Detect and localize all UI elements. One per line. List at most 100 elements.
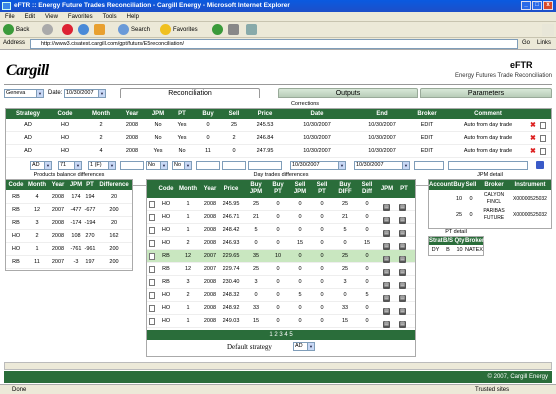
table-cell: 246.93 (222, 240, 240, 246)
forward-button[interactable] (42, 24, 55, 36)
table-cell: 2 (99, 135, 103, 141)
table-cell: 249.03 (222, 318, 240, 324)
new-year-input[interactable] (120, 161, 144, 170)
new-date-select[interactable]: 10/30/2007 ▼ (290, 161, 346, 170)
default-strategy-select[interactable]: AD ▼ (293, 342, 315, 351)
tab-parameters[interactable]: Parameters (420, 88, 552, 98)
home-button[interactable] (94, 24, 107, 36)
table-row[interactable]: RB 12 2007 -477 -677 200 (6, 204, 132, 217)
table-row[interactable]: RB 11 2007 -3 197 200 (6, 256, 132, 269)
menu-file[interactable]: File (0, 12, 20, 22)
table-row[interactable]: RB 3 2008 230.40 3 0 0 0 3 0 ▤ ▤ (147, 276, 415, 289)
table-row: AD HO 4 2008 Yes No 11 0 247.95 10/30/2007 10/30/2… (6, 145, 551, 158)
menu-view[interactable]: View (40, 12, 63, 22)
new-buy-input[interactable] (196, 161, 220, 170)
date-select[interactable]: 10/30/2007 ▼ (64, 89, 106, 98)
table-cell: HO (161, 240, 171, 246)
refresh-button[interactable] (78, 24, 91, 36)
maximize-button[interactable]: □ (532, 1, 542, 10)
back-arrow-icon (3, 24, 14, 35)
table-cell: 0 (343, 240, 347, 246)
table-cell: 3 (343, 279, 347, 285)
go-button[interactable]: Go (522, 40, 530, 46)
new-code-select[interactable]: 71 ▼ (58, 161, 82, 170)
delete-icon[interactable]: ✖ (530, 119, 538, 132)
location-select[interactable]: Geneva ▼ (4, 89, 44, 98)
table-row[interactable]: HO 2 2008 246.93 0 0 15 0 0 15 ▤ ▤ (147, 237, 415, 250)
media-button[interactable] (212, 24, 225, 36)
menu-favorites[interactable]: Favorites (63, 12, 98, 22)
table-row[interactable]: RB 4 2008 174 194 20 (6, 191, 132, 204)
save-icon[interactable] (536, 161, 544, 169)
table-row[interactable]: HO 1 2008 -761 -961 200 (6, 243, 132, 256)
new-strategy-select[interactable]: AD ▼ (30, 161, 52, 170)
table-row[interactable]: HO 1 2008 248.92 33 0 0 0 33 0 ▤ ▤ (147, 302, 415, 315)
delete-icon[interactable]: ✖ (530, 132, 538, 145)
new-sell-input[interactable] (222, 161, 246, 170)
table-cell: 25 (455, 212, 463, 218)
new-broker-input[interactable] (414, 161, 444, 170)
new-pt-select[interactable]: No ▼ (172, 161, 192, 170)
table-row[interactable]: DY B 10 NATEX (429, 245, 483, 255)
table-row[interactable]: RB 12 2007 229.74 25 0 0 0 25 0 ▤ ▤ (147, 263, 415, 276)
window-title: eFTR :: Energy Future Trades Reconciliat… (14, 2, 290, 9)
col-pt: PT (178, 111, 186, 117)
print-button[interactable] (246, 24, 259, 36)
back-button[interactable]: Back (3, 24, 29, 36)
menu-tools[interactable]: Tools (98, 12, 122, 22)
daytrades-pager[interactable]: 1 2 3 4 5 (147, 330, 415, 340)
new-jpm-select[interactable]: No ▼ (146, 161, 168, 170)
col-pt: PT (400, 186, 408, 192)
table-cell: 20 (110, 194, 118, 200)
grid-icon: ▤ (399, 204, 406, 211)
table-row[interactable]: HO 2 2008 108 270 162 (6, 230, 132, 243)
tab-reconciliation[interactable]: Reconciliation (120, 88, 260, 98)
table-cell: EDIT (420, 135, 434, 141)
table-row[interactable]: RB 12 2007 229.65 35 10 0 0 25 0 ▤ ▤ (147, 250, 415, 263)
stop-button[interactable] (62, 24, 75, 36)
table-cell: RB (12, 207, 20, 213)
table-row[interactable]: HO 1 2008 246.71 21 0 0 0 21 0 ▤ ▤ (147, 211, 415, 224)
table-cell: 2 (186, 292, 190, 298)
new-end-select[interactable]: 10/30/2007 ▼ (354, 161, 410, 170)
document-icon (540, 148, 546, 155)
table-cell: 11 (34, 259, 40, 265)
table-row[interactable]: HO 2 2008 248.32 0 0 5 0 0 5 ▤ ▤ (147, 289, 415, 302)
new-price-input[interactable] (248, 161, 282, 170)
table-row[interactable]: 10 0 CALYON FINCL X00000525032 (429, 191, 551, 207)
table-row[interactable]: HO 1 2008 245.95 25 0 0 0 25 0 ▤ ▤ (147, 198, 415, 211)
tab-outputs[interactable]: Outputs (278, 88, 418, 98)
favorites-button[interactable]: Favorites (160, 24, 198, 36)
table-cell: 0 (206, 122, 210, 128)
chevron-down-icon: ▼ (74, 162, 81, 169)
table-cell: 0 (254, 240, 258, 246)
col-date: Date (310, 111, 324, 117)
col-code: Code (158, 186, 174, 192)
table-cell: 12 (184, 253, 192, 259)
address-input[interactable]: http://www3.cisatest.cargill.com/gpt/fut… (30, 39, 518, 49)
col-broker: Broker (417, 111, 437, 117)
table-cell: 25 (341, 253, 349, 259)
horizontal-scrollbar[interactable] (4, 362, 552, 370)
table-cell: 25 (230, 122, 238, 128)
table-cell: EDIT (420, 122, 434, 128)
delete-icon[interactable]: ✖ (530, 145, 538, 158)
table-cell: -961 (84, 246, 96, 252)
minimize-button[interactable]: _ (521, 1, 531, 10)
table-row[interactable]: HO 1 2008 249.03 15 0 0 0 15 0 ▤ ▤ (147, 315, 415, 328)
mail-button[interactable] (228, 24, 241, 36)
search-button[interactable]: Search (118, 24, 150, 36)
links-button[interactable]: Links (537, 40, 551, 46)
table-row[interactable]: HO 1 2008 248.42 5 0 0 0 5 0 ▤ ▤ (147, 224, 415, 237)
menu-help[interactable]: Help (122, 12, 144, 22)
cargill-logo: Cargill (6, 62, 49, 79)
close-button[interactable]: x (543, 1, 553, 10)
table-row[interactable]: RB 3 2008 -174 -194 20 (6, 217, 132, 230)
new-comment-input[interactable] (448, 161, 528, 170)
table-row[interactable]: 25 0 PARIBAS FUTURE X00000525032 (429, 207, 551, 223)
new-month-select[interactable]: 1 (F) ▼ (88, 161, 116, 170)
col-buy: Buy (202, 111, 214, 117)
table-cell: 2008 (203, 318, 217, 324)
document-icon (149, 279, 155, 286)
menu-edit[interactable]: Edit (20, 12, 40, 22)
